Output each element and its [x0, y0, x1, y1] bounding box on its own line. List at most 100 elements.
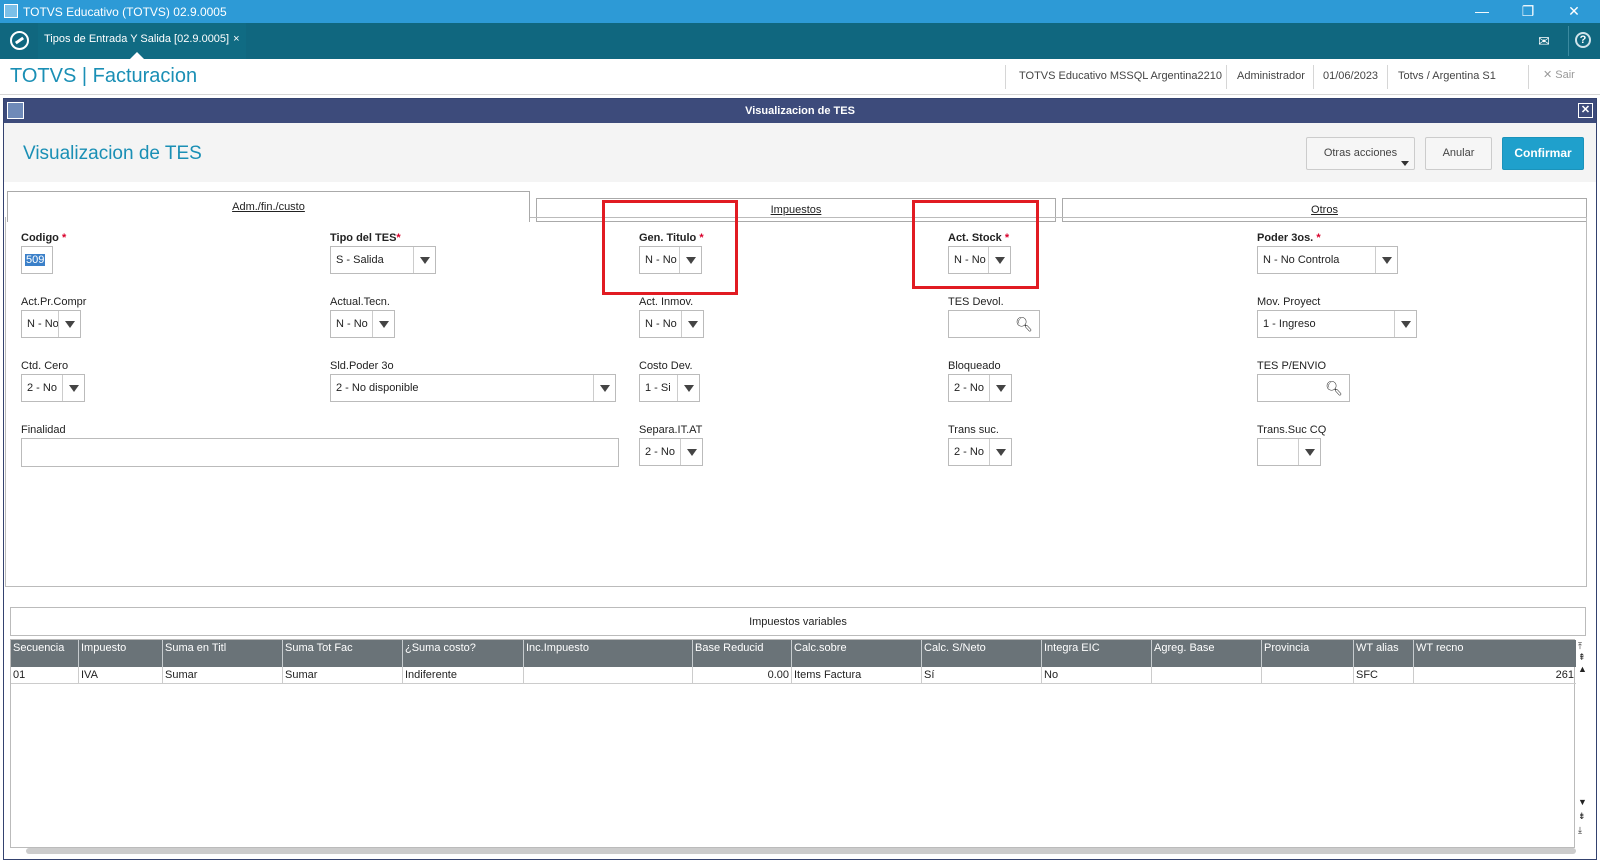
bloqueado-select[interactable]: 2 - No — [948, 374, 1012, 402]
minimize-button[interactable]: — — [1459, 1, 1505, 21]
scroll-page-up-icon[interactable]: ⇞ — [1578, 652, 1586, 662]
act-inmov-select[interactable]: N - No — [639, 310, 704, 338]
app-header: TOTVS | Facturacion TOTVS Educativo MSSQ… — [0, 59, 1600, 95]
search-icon[interactable]: 🔍︎ — [1325, 380, 1343, 397]
grid-vertical-scrollbar[interactable]: ⤒ ⇞ ▲ ▼ ⇟ ⤓ — [1577, 639, 1591, 848]
table-cell: SFC — [1354, 667, 1414, 684]
table-cell: Indiferente — [403, 667, 524, 684]
taxes-grid: Secuencia Impuesto Suma en Titl Suma Tot… — [10, 639, 1576, 848]
chevron-down-icon — [593, 375, 615, 401]
chevron-down-icon — [1394, 311, 1416, 337]
column-header[interactable]: WT recno — [1414, 640, 1576, 667]
table-cell: 0.00 — [693, 667, 792, 684]
totvs-logo-icon[interactable] — [10, 31, 29, 50]
scroll-up-icon[interactable]: ▲ — [1578, 664, 1587, 674]
scroll-bottom-icon[interactable]: ⤓ — [1578, 825, 1582, 835]
trans-suc-select[interactable]: 2 - No — [948, 438, 1012, 466]
column-header[interactable]: ¿Suma costo? — [403, 640, 524, 667]
column-header[interactable]: Inc.Impuesto — [524, 640, 693, 667]
table-cell: 261 — [1555, 669, 1574, 681]
header-divider — [1313, 65, 1314, 89]
mov-proyect-value: 1 - Ingreso — [1263, 318, 1316, 330]
grid-horizontal-scrollbar[interactable] — [26, 848, 1576, 854]
tipo-tes-select[interactable]: S - Salida — [330, 246, 436, 274]
chevron-down-icon — [1401, 161, 1409, 166]
dialog-close-icon[interactable]: ✕ — [1578, 103, 1593, 118]
costo-dev-value: 1 - Si — [645, 382, 671, 394]
user-info: Administrador — [1237, 70, 1305, 82]
mail-icon[interactable]: ✉ — [1535, 32, 1553, 50]
finalidad-field[interactable] — [21, 438, 619, 467]
confirm-button[interactable]: Confirmar — [1502, 137, 1584, 170]
tes-penvio-field[interactable]: 🔍︎ — [1257, 374, 1350, 402]
restore-button[interactable]: ❐ — [1505, 1, 1551, 21]
chevron-down-icon — [681, 311, 703, 337]
table-cell — [1152, 667, 1262, 684]
table-cell — [524, 667, 693, 684]
act-pr-compr-label: Act.Pr.Compr — [21, 296, 87, 308]
column-header[interactable]: Secuencia — [11, 640, 79, 667]
close-window-button[interactable]: ✕ — [1551, 1, 1597, 21]
tipo-tes-value: S - Salida — [336, 254, 384, 266]
column-header[interactable]: Provincia — [1262, 640, 1354, 667]
column-header[interactable]: Impuesto — [79, 640, 163, 667]
ctd-cero-select[interactable]: 2 - No — [21, 374, 85, 402]
dialog-icon — [7, 102, 24, 119]
trans-suc-cq-select[interactable] — [1257, 438, 1321, 466]
mov-proyect-label: Mov. Proyect — [1257, 296, 1321, 308]
act-pr-compr-value: N - No — [27, 318, 59, 330]
os-title-bar: TOTVS Educativo (TOTVS) 02.9.0005 — ❐ ✕ — [0, 0, 1600, 23]
sld-poder-3o-value: 2 - No disponible — [336, 382, 419, 394]
tab-close-icon[interactable]: × — [233, 33, 239, 45]
column-header[interactable]: WT alias — [1354, 640, 1414, 667]
help-icon[interactable]: ? — [1575, 32, 1591, 48]
column-header[interactable]: Integra EIC — [1042, 640, 1152, 667]
scroll-page-down-icon[interactable]: ⇟ — [1578, 811, 1586, 821]
tab-label: Tipos de Entrada Y Salida [02.9.0005] — [44, 33, 230, 45]
cancel-button[interactable]: Anular — [1425, 137, 1492, 170]
chevron-down-icon — [413, 247, 435, 273]
actual-tecn-select[interactable]: N - No — [330, 310, 395, 338]
tab-tipos-entrada-salida[interactable]: Tipos de Entrada Y Salida [02.9.0005] × — [38, 23, 246, 59]
trans-suc-cq-label: Trans.Suc CQ — [1257, 424, 1327, 436]
separa-it-at-value: 2 - No — [645, 446, 675, 458]
module-brand: TOTVS | Facturacion — [10, 65, 198, 87]
bloqueado-label: Bloqueado — [948, 360, 1001, 372]
column-header[interactable]: Base Reducid — [693, 640, 792, 667]
poder-3os-value: N - No Controla — [1263, 254, 1340, 266]
header-divider — [1005, 65, 1006, 89]
chevron-down-icon — [677, 375, 699, 401]
poder-3os-select[interactable]: N - No Controla — [1257, 246, 1398, 274]
other-actions-button[interactable]: Otras acciones — [1306, 137, 1415, 170]
header-divider — [1528, 65, 1529, 89]
active-tab-caret — [130, 52, 144, 59]
highlight-act-stock — [912, 200, 1039, 289]
chevron-down-icon — [62, 375, 84, 401]
scroll-top-icon[interactable]: ⤒ — [1578, 641, 1582, 651]
act-pr-compr-select[interactable]: N - No — [21, 310, 81, 338]
grid-header: Secuencia Impuesto Suma en Titl Suma Tot… — [11, 640, 1576, 667]
exit-button[interactable]: ✕ Sair — [1543, 68, 1575, 81]
column-header[interactable]: Suma en Titl — [163, 640, 283, 667]
page-header: Visualizacion de TES Otras acciones Anul… — [4, 123, 1596, 182]
costo-dev-select[interactable]: 1 - Si — [639, 374, 700, 402]
sld-poder-3o-select[interactable]: 2 - No disponible — [330, 374, 616, 402]
highlight-gen-titulo — [602, 200, 738, 295]
tes-devol-field[interactable]: 🔍︎ — [948, 310, 1040, 338]
codigo-field[interactable]: 509 — [21, 246, 53, 274]
table-row[interactable]: 01 IVA Sumar Sumar Indiferente 0.00 Item… — [11, 667, 1576, 684]
column-header[interactable]: Calc.sobre — [792, 640, 922, 667]
codigo-value: 509 — [25, 254, 46, 266]
mov-proyect-select[interactable]: 1 - Ingreso — [1257, 310, 1417, 338]
app-tab-bar: Tipos de Entrada Y Salida [02.9.0005] × ✉… — [0, 23, 1600, 59]
column-header[interactable]: Suma Tot Fac — [283, 640, 403, 667]
chevron-down-icon — [680, 439, 702, 465]
column-header[interactable]: Agreg. Base — [1152, 640, 1262, 667]
act-inmov-label: Act. Inmov. — [639, 296, 694, 308]
tipo-tes-label: Tipo del TES* — [330, 232, 401, 244]
column-header[interactable]: Calc. S/Neto — [922, 640, 1042, 667]
scroll-down-icon[interactable]: ▼ — [1578, 797, 1587, 807]
chevron-down-icon — [1298, 439, 1320, 465]
search-icon[interactable]: 🔍︎ — [1015, 316, 1033, 333]
separa-it-at-select[interactable]: 2 - No — [639, 438, 703, 466]
